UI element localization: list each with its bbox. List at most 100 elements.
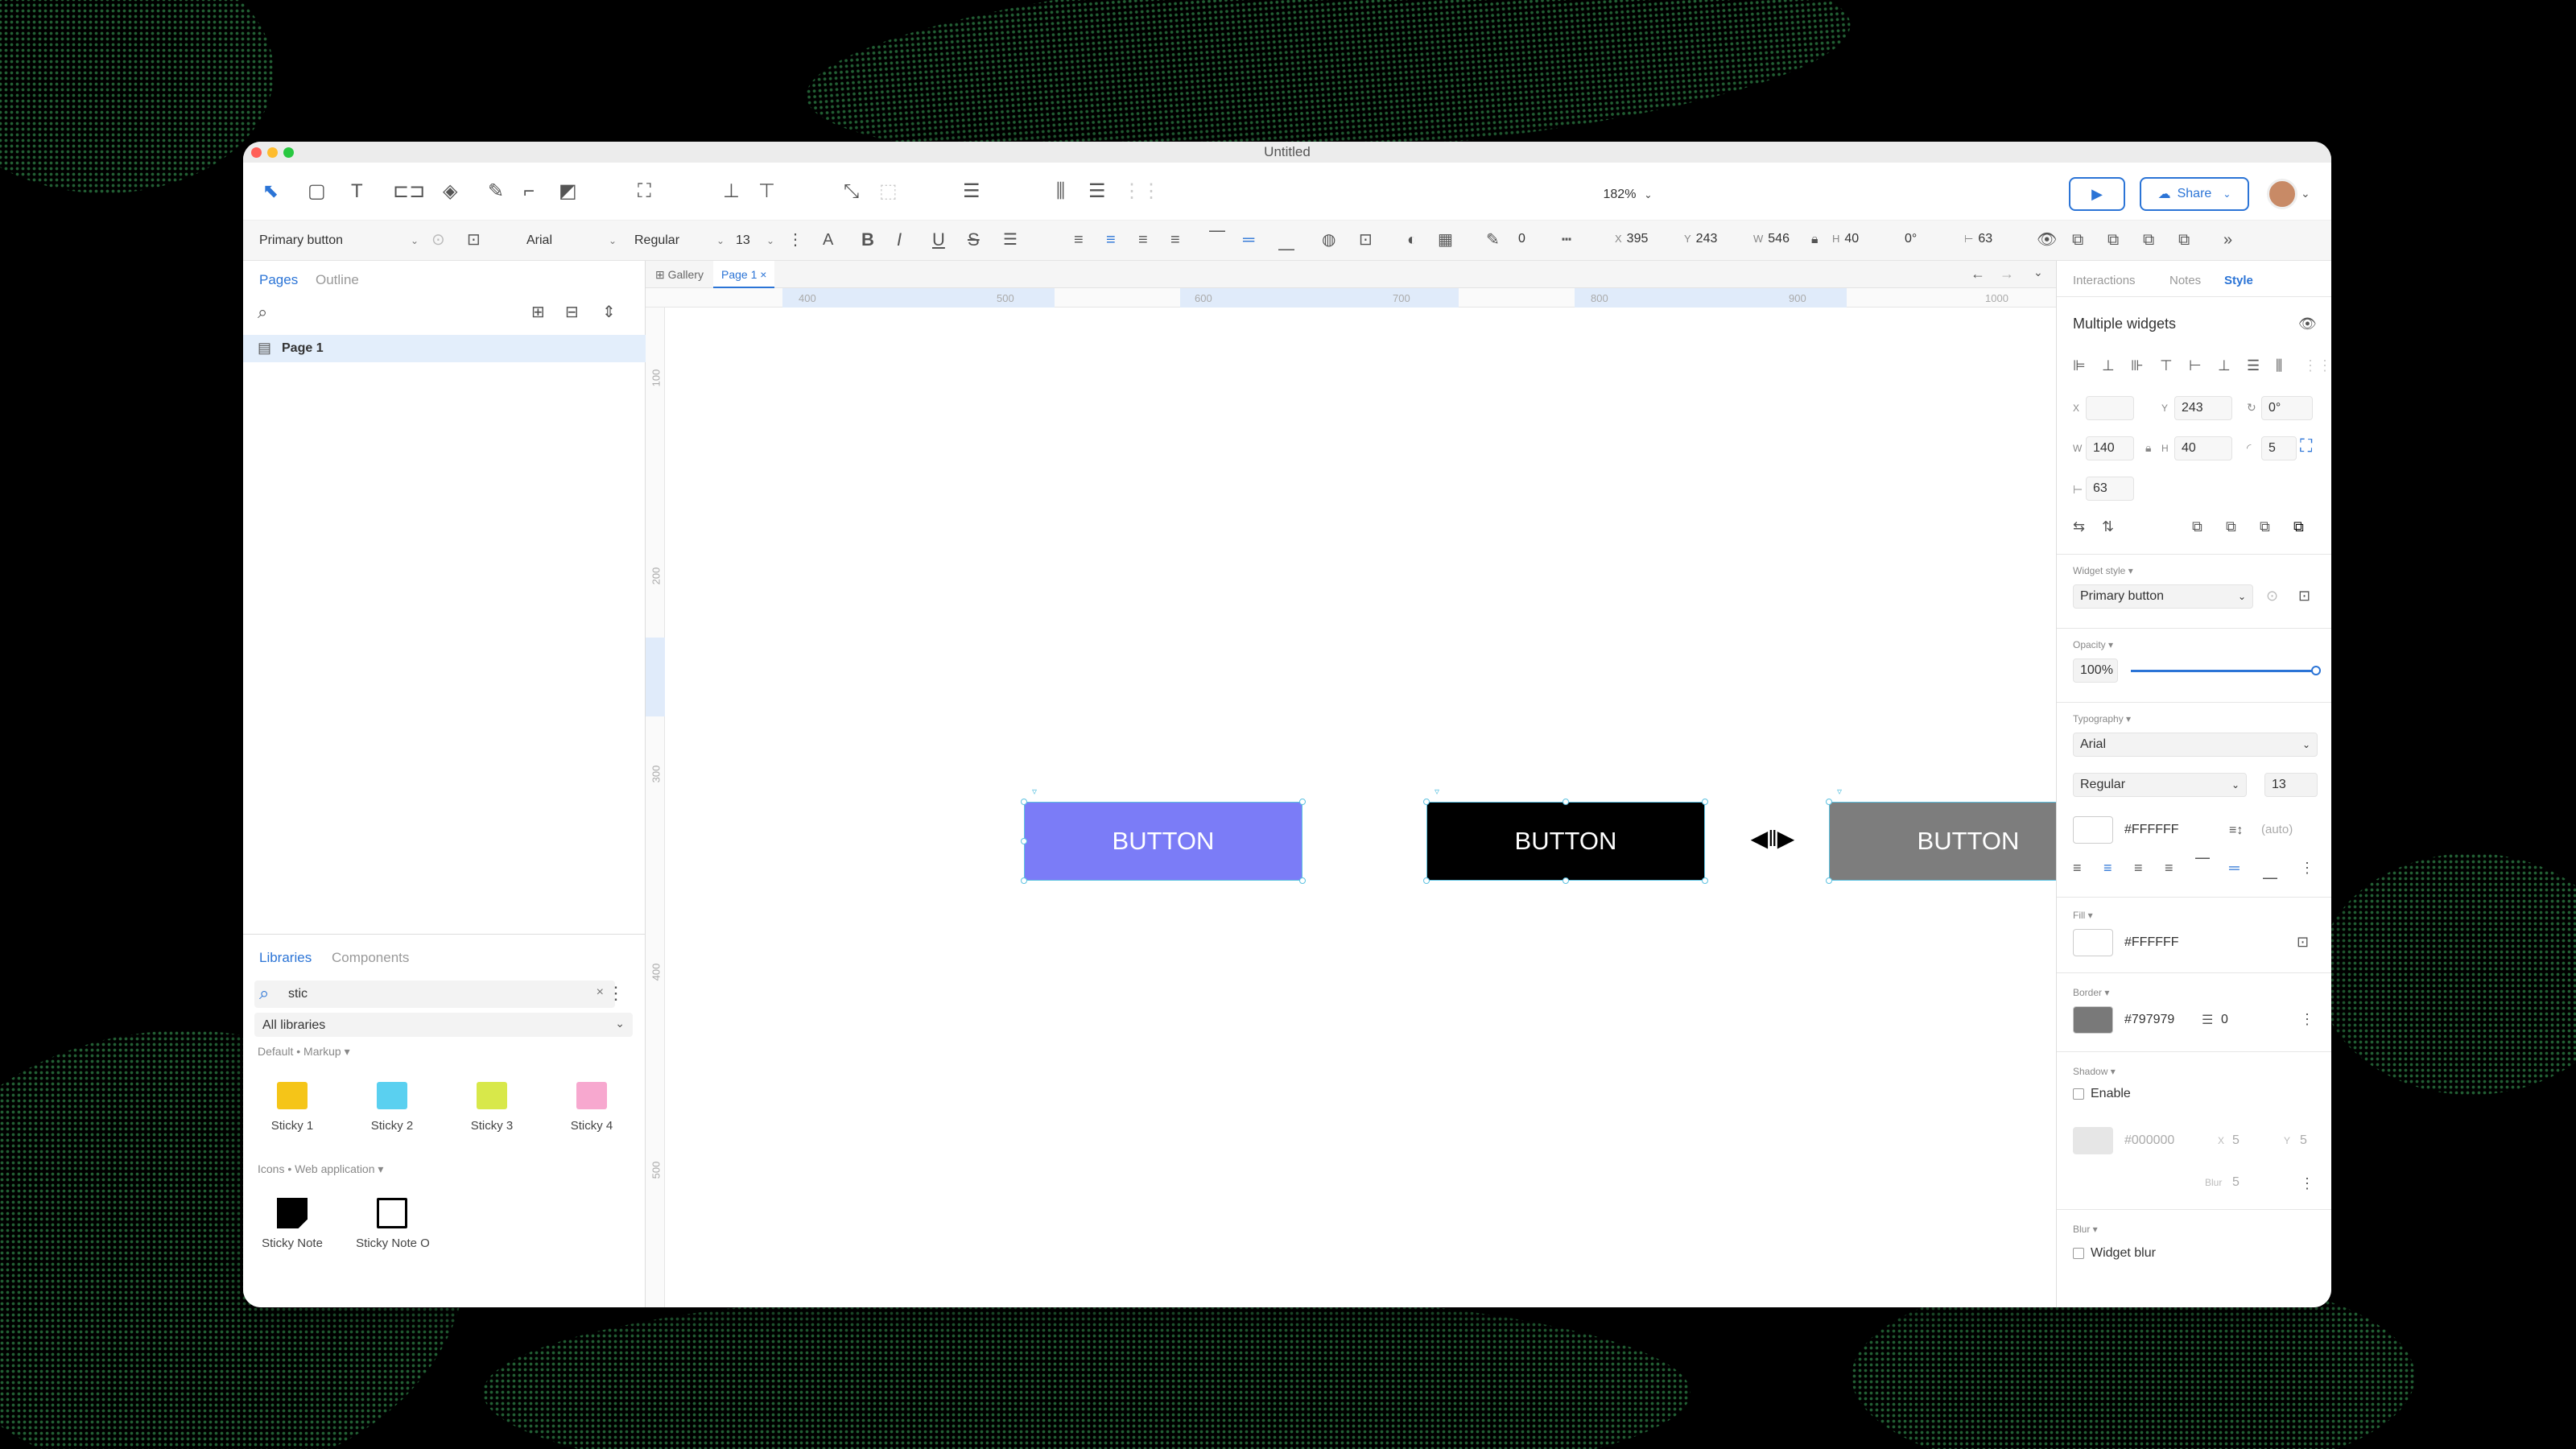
send-to-back-icon[interactable]: ⧉: [2293, 515, 2304, 538]
align-left-icon[interactable]: ⊫: [2073, 354, 2086, 377]
crop-icon[interactable]: ⤡: [844, 180, 859, 203]
align-top-icon[interactable]: ⎺: [1209, 227, 1225, 250]
add-folder-icon[interactable]: ⊟: [565, 301, 579, 324]
sort-icon[interactable]: ⇕: [602, 301, 616, 324]
distribute-v-icon[interactable]: ☰: [2247, 354, 2260, 377]
note-tool-icon[interactable]: ◩: [559, 180, 577, 203]
maximize-window-button[interactable]: [283, 147, 294, 158]
canvas-button-1[interactable]: BUTTON: [1024, 802, 1302, 881]
line-height-value[interactable]: (auto): [2261, 823, 2293, 836]
icon-group-heading[interactable]: Icons • Web application ▾: [258, 1162, 383, 1176]
align-right-icon[interactable]: ≡: [2134, 857, 2143, 879]
image-fill-icon[interactable]: ⊡: [2297, 931, 2309, 953]
fill-bucket-icon[interactable]: ◍: [1322, 229, 1335, 251]
align-bottom-icon[interactable]: ⊥: [2218, 354, 2231, 377]
lock-icon[interactable]: 🔒︎: [1811, 229, 1818, 251]
border-style-icon[interactable]: ┅: [1562, 229, 1571, 251]
typography-heading[interactable]: Typography ▾: [2073, 713, 2131, 724]
grid-icon[interactable]: ⋮⋮: [1122, 180, 1161, 203]
resize-handle[interactable]: [1702, 877, 1708, 884]
x-field[interactable]: X 395: [1615, 232, 1648, 246]
close-tab-icon[interactable]: ×: [760, 268, 766, 281]
canvas-button-2[interactable]: BUTTON: [1426, 802, 1705, 881]
more-chevron-icon[interactable]: »: [2223, 229, 2232, 251]
h-input[interactable]: 40: [2174, 436, 2232, 460]
border-color-swatch[interactable]: [2073, 1006, 2113, 1034]
bring-forward-icon[interactable]: ⧉: [2192, 515, 2202, 538]
resize-handle[interactable]: [1299, 877, 1306, 884]
text-tool-icon[interactable]: T: [351, 180, 363, 203]
shadow-blur-value[interactable]: 5: [2232, 1175, 2240, 1190]
border-width-value[interactable]: 0: [1518, 232, 1525, 246]
page-item-page-1[interactable]: ▤ Page 1: [243, 335, 646, 362]
canvas-area[interactable]: ⊞ Gallery Page 1 × ← → ⌄ 400 500 600 700…: [646, 261, 2111, 1307]
image-fill-icon[interactable]: ⊡: [1359, 229, 1373, 251]
clear-icon[interactable]: ×: [597, 985, 604, 1000]
valign-middle-icon[interactable]: ═: [2229, 857, 2240, 879]
resize-handle[interactable]: [1021, 799, 1027, 805]
text-color-value[interactable]: #FFFFFF: [2124, 823, 2179, 837]
align-center-icon[interactable]: ≡: [2103, 857, 2112, 879]
style-edit-icon[interactable]: ⊡: [2298, 584, 2310, 607]
transform-icon[interactable]: ⛶: [638, 180, 651, 203]
tab-gallery[interactable]: ⊞ Gallery: [655, 268, 704, 282]
align-center-icon[interactable]: ≡: [1106, 229, 1116, 251]
fill-heading[interactable]: Fill ▾: [2073, 910, 2093, 921]
opacity-slider-track[interactable]: [2131, 666, 2321, 675]
resize-handle[interactable]: [1702, 799, 1708, 805]
font-family-select[interactable]: Arial ⌄: [2073, 733, 2318, 757]
sticky-3-swatch[interactable]: [477, 1082, 507, 1109]
list-icon[interactable]: ☰: [1003, 229, 1018, 251]
rectangle-tool-icon[interactable]: ▢: [308, 180, 326, 203]
zoom-select[interactable]: 182% ⌄: [1596, 184, 1660, 206]
resize-handle[interactable]: [1021, 838, 1027, 844]
resize-handle[interactable]: [1423, 799, 1430, 805]
stamp-icon[interactable]: ⊥: [723, 180, 740, 203]
minimize-window-button[interactable]: [267, 147, 278, 158]
bring-forward-icon[interactable]: ⧉: [2072, 229, 2083, 251]
align-middle-icon[interactable]: ═: [1243, 229, 1254, 251]
valign-top-icon[interactable]: ⎺: [2195, 853, 2210, 876]
select-tool-icon[interactable]: ⬉: [262, 180, 279, 203]
resize-handle[interactable]: [1826, 799, 1832, 805]
more-vertical-icon[interactable]: ⋮: [2300, 1172, 2314, 1195]
send-to-back-icon[interactable]: ⧉: [2178, 229, 2190, 251]
tidy-icon[interactable]: ⋮⋮: [2303, 354, 2331, 377]
tab-interactions[interactable]: Interactions: [2073, 274, 2136, 287]
justify-icon[interactable]: ≡: [2165, 857, 2174, 879]
text-color-swatch[interactable]: [2073, 816, 2113, 844]
fill-color-value[interactable]: #FFFFFF: [2124, 935, 2179, 950]
widget-style-select[interactable]: Primary button ⌄: [254, 229, 423, 253]
more-vertical-icon[interactable]: ⋮: [607, 982, 625, 1005]
widget-style-select[interactable]: Primary button ⌄: [2073, 584, 2253, 609]
shadow-color-value[interactable]: #000000: [2124, 1133, 2174, 1148]
tab-components[interactable]: Components: [332, 950, 409, 966]
more-vertical-icon[interactable]: ⋮: [2300, 857, 2314, 879]
align-icon[interactable]: ☰: [963, 180, 980, 203]
y-input[interactable]: 243: [2174, 396, 2232, 420]
more-vertical-icon[interactable]: ⋮: [787, 229, 803, 251]
align-right-icon[interactable]: ≡: [1138, 229, 1148, 251]
format-painter-icon[interactable]: ⊤: [758, 180, 775, 203]
chevron-down-icon[interactable]: ⌄: [2033, 266, 2043, 279]
underline-icon[interactable]: U: [932, 229, 945, 251]
align-top-icon[interactable]: ⊤: [2160, 354, 2173, 377]
shadow-x-value[interactable]: 5: [2232, 1133, 2240, 1148]
tab-notes[interactable]: Notes: [2169, 274, 2201, 287]
shadow-heading[interactable]: Shadow ▾: [2073, 1066, 2116, 1077]
valign-bottom-icon[interactable]: ⎽: [2263, 860, 2277, 882]
share-button[interactable]: ☁ Share ⌄: [2140, 177, 2249, 211]
flip-vertical-icon[interactable]: ⇅: [2102, 515, 2114, 538]
shadow-color-swatch[interactable]: [2073, 1127, 2113, 1154]
bold-icon[interactable]: B: [861, 229, 874, 251]
strikethrough-icon[interactable]: S: [968, 229, 980, 251]
style-reset-icon[interactable]: ⊙: [2266, 584, 2278, 607]
sticky-4-swatch[interactable]: [576, 1082, 607, 1109]
add-page-icon[interactable]: ⊞: [531, 301, 545, 324]
sticky-2-swatch[interactable]: [377, 1082, 407, 1109]
style-reset-icon[interactable]: ⊙: [431, 229, 445, 251]
distribute-vertical-icon[interactable]: ☰: [1088, 180, 1106, 203]
font-weight-select[interactable]: Regular ⌄: [630, 229, 729, 253]
style-edit-icon[interactable]: ⊡: [467, 229, 481, 251]
rotation-input[interactable]: 0°: [2261, 396, 2313, 420]
